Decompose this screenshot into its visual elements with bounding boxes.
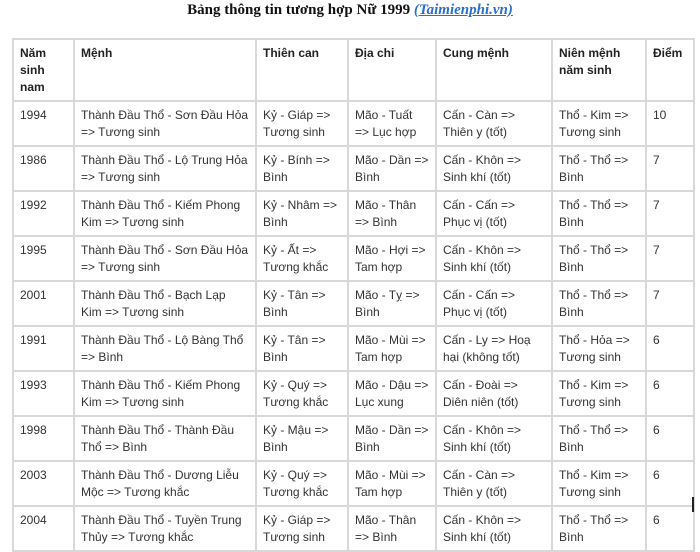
cell-menh: Thành Đầu Thổ - Dương Liễu Mộc => Tương …: [73, 460, 257, 507]
cell-dia-chi: Mão - Mùi => Tam hợp: [347, 460, 437, 507]
cell-menh: Thành Đầu Thổ - Sơn Đầu Hỏa => Tương sin…: [73, 100, 257, 147]
table-body: 1994 Thành Đầu Thổ - Sơn Đầu Hỏa => Tương…: [12, 100, 695, 552]
cell-thien-can: Kỷ - Quý => Tương khắc: [255, 370, 349, 417]
cell-score: 7: [645, 145, 695, 192]
table-row: 2001 Thành Đầu Thổ - Bạch Lạp Kim => Tươn…: [12, 280, 695, 327]
cell-score: 6: [645, 325, 695, 372]
cell-thien-can: Kỷ - Bính => Bình: [255, 145, 349, 192]
header-menh: Mệnh: [73, 38, 257, 102]
compatibility-table: Năm sinh nam Mệnh Thiên can Địa chi Cung mện…: [12, 38, 695, 552]
table-row: 1998 Thành Đầu Thổ - Thành Đầu Thổ => Bìn…: [12, 415, 695, 462]
cell-birth-year: 1995: [12, 235, 75, 282]
cell-nien-menh: Thổ - Hỏa => Tương sinh: [551, 325, 647, 372]
cell-dia-chi: Mão - Dậu => Lục xung: [347, 370, 437, 417]
table-row: 2003 Thành Đầu Thổ - Dương Liễu Mộc => Tư…: [12, 460, 695, 507]
cell-birth-year: 1986: [12, 145, 75, 192]
cell-cung-menh: Cấn - Khôn => Sinh khí (tốt): [435, 145, 553, 192]
cell-cung-menh: Cấn - Khôn => Sinh khí (tốt): [435, 235, 553, 282]
cell-thien-can: Kỷ - Giáp => Tương sinh: [255, 100, 349, 147]
cell-birth-year: 1993: [12, 370, 75, 417]
cell-score: 6: [645, 370, 695, 417]
cell-cung-menh: Cấn - Cấn => Phục vị (tốt): [435, 280, 553, 327]
cell-menh: Thành Đầu Thổ - Bạch Lạp Kim => Tương si…: [73, 280, 257, 327]
cell-birth-year: 2004: [12, 505, 75, 552]
cell-birth-year: 1991: [12, 325, 75, 372]
cell-menh: Thành Đầu Thổ - Kiếm Phong Kim => Tương …: [73, 370, 257, 417]
cell-thien-can: Kỷ - Tân => Bình: [255, 325, 349, 372]
cell-thien-can: Kỷ - Nhâm => Bình: [255, 190, 349, 237]
cell-score: 6: [645, 460, 695, 507]
cell-nien-menh: Thổ - Thổ => Bình: [551, 505, 647, 552]
header-nien-menh: Niên mệnh năm sinh: [551, 38, 647, 102]
cell-thien-can: Kỷ - Tân => Bình: [255, 280, 349, 327]
page-title: Bảng thông tin tương hợp Nữ 1999 (Taimie…: [0, 2, 700, 19]
cell-nien-menh: Thổ - Kim => Tương sinh: [551, 370, 647, 417]
cell-score: 7: [645, 280, 695, 327]
cell-thien-can: Kỷ - Ất => Tương khắc: [255, 235, 349, 282]
source-link[interactable]: (Taimienphi.vn): [414, 2, 513, 18]
cell-nien-menh: Thổ - Thổ => Bình: [551, 415, 647, 462]
cell-nien-menh: Thổ - Thổ => Bình: [551, 235, 647, 282]
cell-cung-menh: Cấn - Càn => Thiên y (tốt): [435, 100, 553, 147]
cell-score: 7: [645, 190, 695, 237]
header-score: Điểm: [645, 38, 695, 102]
cell-thien-can: Kỷ - Mậu => Bình: [255, 415, 349, 462]
header-birth-year: Năm sinh nam: [12, 38, 75, 102]
table-row: 1986 Thành Đầu Thổ - Lộ Trung Hỏa => Tươn…: [12, 145, 695, 192]
cell-dia-chi: Mão - Mùi => Tam hợp: [347, 325, 437, 372]
cell-dia-chi: Mão - Tỵ => Bình: [347, 280, 437, 327]
cell-cung-menh: Cấn - Khôn => Sinh khí (tốt): [435, 505, 553, 552]
cell-dia-chi: Mão - Dần => Bình: [347, 415, 437, 462]
cell-cung-menh: Cấn - Đoài => Diên niên (tốt): [435, 370, 553, 417]
text-cursor: [692, 497, 694, 512]
cell-menh: Thành Đầu Thổ - Lộ Bàng Thổ => Bình: [73, 325, 257, 372]
cell-score: 10: [645, 100, 695, 147]
cell-nien-menh: Thổ - Kim => Tương sinh: [551, 100, 647, 147]
cell-birth-year: 2001: [12, 280, 75, 327]
cell-cung-menh: Cấn - Khôn => Sinh khí (tốt): [435, 415, 553, 462]
cell-thien-can: Kỷ - Giáp => Tương sinh: [255, 505, 349, 552]
cell-menh: Thành Đầu Thổ - Thành Đầu Thổ => Bình: [73, 415, 257, 462]
cell-cung-menh: Cấn - Ly => Hoạ hại (không tốt): [435, 325, 553, 372]
header-thien-can: Thiên can: [255, 38, 349, 102]
cell-score: 7: [645, 235, 695, 282]
cell-menh: Thành Đầu Thổ - Tuyền Trung Thủy => Tươn…: [73, 505, 257, 552]
cell-cung-menh: Cấn - Càn => Thiên y (tốt): [435, 460, 553, 507]
cell-dia-chi: Mão - Thân => Bình: [347, 190, 437, 237]
cell-menh: Thành Đầu Thổ - Kiếm Phong Kim => Tương …: [73, 190, 257, 237]
table-row: 1994 Thành Đầu Thổ - Sơn Đầu Hỏa => Tương…: [12, 100, 695, 147]
table-row: 1995 Thành Đầu Thổ - Sơn Đầu Hỏa => Tương…: [12, 235, 695, 282]
table-row: 1992 Thành Đầu Thổ - Kiếm Phong Kim => Tư…: [12, 190, 695, 237]
cell-birth-year: 1994: [12, 100, 75, 147]
cell-dia-chi: Mão - Thân => Bình: [347, 505, 437, 552]
cell-nien-menh: Thổ - Thổ => Bình: [551, 145, 647, 192]
cell-score: 6: [645, 415, 695, 462]
cell-birth-year: 1998: [12, 415, 75, 462]
cell-dia-chi: Mão - Hợi => Tam hợp: [347, 235, 437, 282]
cell-nien-menh: Thổ - Thổ => Bình: [551, 190, 647, 237]
cell-cung-menh: Cấn - Cấn => Phục vị (tốt): [435, 190, 553, 237]
cell-birth-year: 1992: [12, 190, 75, 237]
cell-dia-chi: Mão - Dần => Bình: [347, 145, 437, 192]
cell-birth-year: 2003: [12, 460, 75, 507]
header-dia-chi: Địa chi: [347, 38, 437, 102]
cell-nien-menh: Thổ - Thổ => Bình: [551, 280, 647, 327]
cell-dia-chi: Mão - Tuất => Lục hợp: [347, 100, 437, 147]
table-row: 2004 Thành Đầu Thổ - Tuyền Trung Thủy => …: [12, 505, 695, 552]
table-header-row: Năm sinh nam Mệnh Thiên can Địa chi Cung mện…: [12, 38, 695, 102]
cell-menh: Thành Đầu Thổ - Sơn Đầu Hỏa => Tương sin…: [73, 235, 257, 282]
header-cung-menh: Cung mệnh: [435, 38, 553, 102]
table-row: 1991 Thành Đầu Thổ - Lộ Bàng Thổ => Bình K…: [12, 325, 695, 372]
cell-nien-menh: Thổ - Kim => Tương sinh: [551, 460, 647, 507]
title-text: Bảng thông tin tương hợp Nữ 1999: [187, 2, 414, 18]
table-row: 1993 Thành Đầu Thổ - Kiếm Phong Kim => Tư…: [12, 370, 695, 417]
cell-thien-can: Kỷ - Quý => Tương khắc: [255, 460, 349, 507]
cell-score: 6: [645, 505, 695, 552]
cell-menh: Thành Đầu Thổ - Lộ Trung Hỏa => Tương si…: [73, 145, 257, 192]
